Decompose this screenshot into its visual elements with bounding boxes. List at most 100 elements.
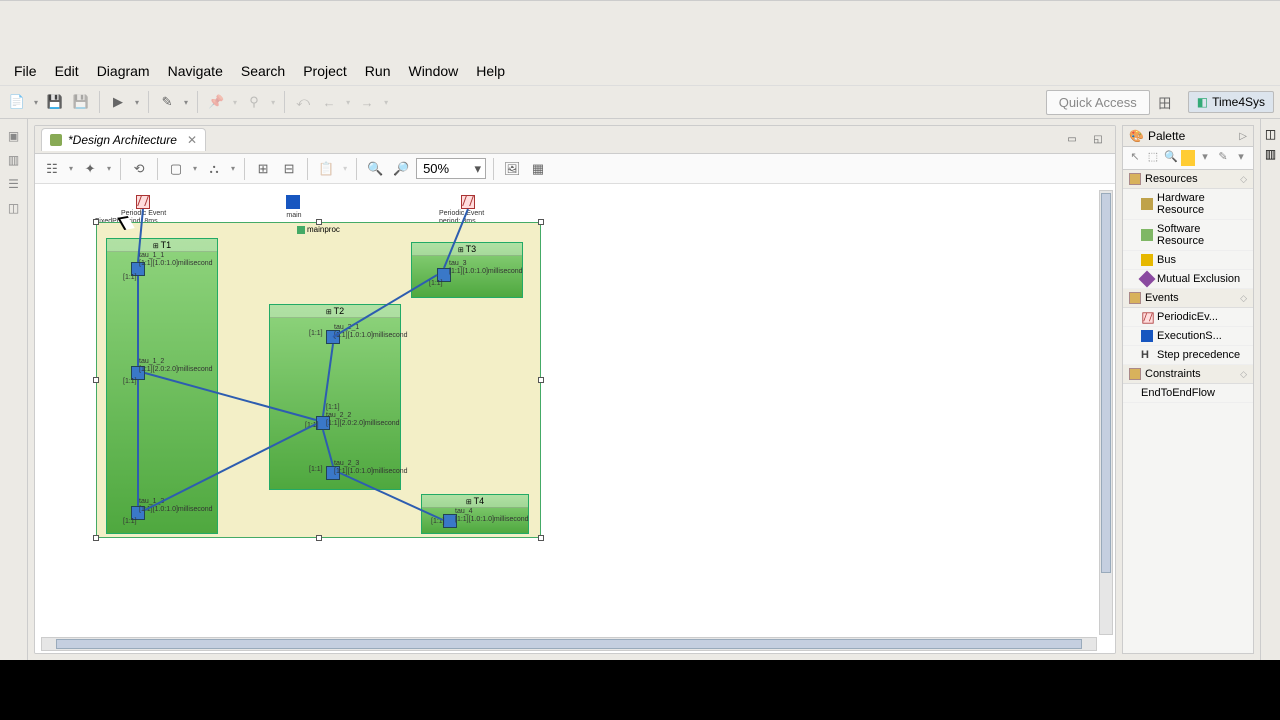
arrange-icon[interactable]: ☷ [41, 158, 63, 180]
view-toggle-icon[interactable]: ▥ [1265, 147, 1276, 161]
wand-icon[interactable]: ✎ [156, 91, 178, 113]
dropdown-icon[interactable]: ▾ [231, 98, 239, 107]
label-tau-1-1: tau_1_1[1:1][1.0:1.0]millisecond [139, 252, 213, 268]
dropdown-icon[interactable]: ▾ [67, 164, 75, 173]
palette-header[interactable]: 🎨 Palette ▷ [1123, 126, 1253, 147]
folder-icon [1129, 173, 1141, 185]
zoom-in-icon[interactable]: 🔍 [364, 158, 386, 180]
palette-folder-constraints[interactable]: Constraints ◇ [1123, 365, 1253, 384]
dropdown-icon[interactable]: ▾ [191, 164, 199, 173]
horizontal-scrollbar[interactable] [41, 637, 1097, 651]
menu-diagram[interactable]: Diagram [89, 59, 158, 83]
pin-layer-icon[interactable]: ⊟ [278, 158, 300, 180]
mult-label: [1:1] [305, 422, 319, 430]
palette-folder-events[interactable]: Events ◇ [1123, 289, 1253, 308]
palette-item-execution-step[interactable]: ExecutionS... [1123, 327, 1253, 346]
layers-icon[interactable]: ▢ [165, 158, 187, 180]
select-icon[interactable]: ✦ [79, 158, 101, 180]
view-outline-icon[interactable]: ▥ [6, 153, 22, 169]
view-properties-icon[interactable]: ☰ [6, 177, 22, 193]
label-tau-2-3: tau_2_3[1:1][1.0:1.0]millisecond [334, 460, 408, 476]
dropdown-icon[interactable]: ▾ [1233, 150, 1249, 166]
dropdown-icon[interactable]: ▾ [341, 164, 349, 173]
palette-item-bus[interactable]: Bus [1123, 251, 1253, 270]
dropdown-icon[interactable]: ▾ [182, 98, 190, 107]
forward-arrow-icon[interactable]: → [356, 91, 378, 113]
palette-item-end-to-end-flow[interactable]: EndToEndFlow [1123, 384, 1253, 403]
diagram-canvas[interactable]: Periodic Event period: 8ms Jitter: Phase… [41, 190, 1097, 635]
tab-design-architecture[interactable]: *Design Architecture ✕ [41, 128, 206, 151]
view-toggle-icon[interactable]: ◫ [1265, 127, 1276, 141]
dropdown-icon[interactable]: ▾ [344, 98, 352, 107]
palette-item-software-resource[interactable]: Software Resource [1123, 220, 1253, 251]
dropdown-icon[interactable]: ▾ [382, 98, 390, 107]
menu-search[interactable]: Search [233, 59, 293, 83]
main-event[interactable] [286, 195, 300, 212]
processor-icon [297, 226, 305, 234]
maximize-view-icon[interactable]: ◱ [1087, 129, 1109, 151]
mult-label: [1:1] [123, 518, 137, 526]
diagram-toolbar: ☷ ▾ ✦ ▾ ⟲ ▢ ▾ ⛬ ▾ ⊞ ⊟ 📋 ▾ 🔍 🔎 50% 🖼 ▦ [35, 154, 1115, 184]
back-arrow-icon[interactable]: ← [318, 91, 340, 113]
collapse-arrow-icon[interactable]: ▷ [1239, 131, 1247, 142]
periodic-event-icon [136, 195, 150, 209]
periodic-event-icon [1141, 311, 1153, 323]
dropdown-icon[interactable]: ▾ [105, 164, 113, 173]
menu-window[interactable]: Window [400, 59, 466, 83]
back-nav-icon[interactable]: ⤺ [292, 91, 314, 113]
layout-mode-icon[interactable]: ▦ [527, 158, 549, 180]
dropdown-icon[interactable]: ▾ [269, 98, 277, 107]
filter-icon[interactable]: ⚲ [243, 91, 265, 113]
label-tau-3: tau_3[1:1][1.0:1.0]millisecond [449, 260, 523, 276]
palette-item-step-precedence[interactable]: H Step precedence [1123, 346, 1253, 365]
menu-navigate[interactable]: Navigate [160, 59, 231, 83]
palette-item-hardware-resource[interactable]: Hardware Resource [1123, 189, 1253, 220]
refresh-icon[interactable]: ⟲ [128, 158, 150, 180]
palette-folder-resources[interactable]: Resources ◇ [1123, 170, 1253, 189]
label-tau-2-1: tau_2_1[1:1][1.0:1.0]millisecond [334, 324, 408, 340]
perspective-button[interactable]: ◧ Time4Sys [1188, 91, 1274, 113]
new-icon[interactable]: 📄 [6, 91, 28, 113]
pointer-tool-icon[interactable]: ↖ [1127, 150, 1143, 166]
show-hide-icon[interactable]: ⊞ [252, 158, 274, 180]
dropdown-icon[interactable]: ▾ [229, 164, 237, 173]
menu-edit[interactable]: Edit [47, 59, 87, 83]
palette-item-mutual-exclusion[interactable]: Mutual Exclusion [1123, 270, 1253, 289]
execution-step-icon [286, 195, 300, 209]
zoom-select[interactable]: 50% [416, 158, 486, 179]
run-icon[interactable]: ▶ [107, 91, 129, 113]
close-icon[interactable]: ✕ [187, 133, 197, 147]
marquee-tool-icon[interactable]: ⬚ [1145, 150, 1161, 166]
menu-run[interactable]: Run [357, 59, 399, 83]
zoom-out-icon[interactable]: 🔎 [390, 158, 412, 180]
minimize-view-icon[interactable]: ▭ [1061, 129, 1083, 151]
vertical-scrollbar[interactable] [1099, 190, 1113, 635]
pin-icon[interactable]: ◇ [1240, 174, 1247, 185]
note-tool-icon[interactable] [1181, 150, 1195, 166]
dropdown-icon[interactable]: ▾ [133, 98, 141, 107]
view-model-explorer-icon[interactable]: ▣ [6, 129, 22, 145]
open-perspective-icon[interactable]: 田 [1154, 91, 1176, 113]
view-other-icon[interactable]: ◫ [6, 201, 22, 217]
menu-project[interactable]: Project [295, 59, 355, 83]
save-icon[interactable]: 💾 [44, 91, 66, 113]
paste-icon[interactable]: 📋 [315, 158, 337, 180]
block-t2-title: ⊞ T2 [270, 305, 400, 318]
save-all-icon[interactable]: 💾 [70, 91, 92, 113]
block-t1[interactable]: ⊞ T1 [106, 238, 218, 534]
pin-icon[interactable]: ◇ [1240, 293, 1247, 304]
item-label: ExecutionS... [1157, 330, 1222, 342]
palette-item-periodic-event[interactable]: PeriodicEv... [1123, 308, 1253, 327]
pin-icon[interactable]: ◇ [1240, 369, 1247, 380]
pin-icon[interactable]: 📌 [205, 91, 227, 113]
quick-access-input[interactable]: Quick Access [1046, 90, 1150, 115]
menu-help[interactable]: Help [468, 59, 513, 83]
block-t4-title: ⊞ T4 [422, 495, 528, 508]
filter-diagram-icon[interactable]: ⛬ [203, 158, 225, 180]
menu-file[interactable]: File [6, 59, 45, 83]
dropdown-icon[interactable]: ▾ [32, 98, 40, 107]
dropdown-icon[interactable]: ▾ [1197, 150, 1213, 166]
zoom-tool-icon[interactable]: 🔍 [1163, 150, 1179, 166]
export-image-icon[interactable]: 🖼 [501, 158, 523, 180]
note-link-tool-icon[interactable]: ✎ [1215, 150, 1231, 166]
